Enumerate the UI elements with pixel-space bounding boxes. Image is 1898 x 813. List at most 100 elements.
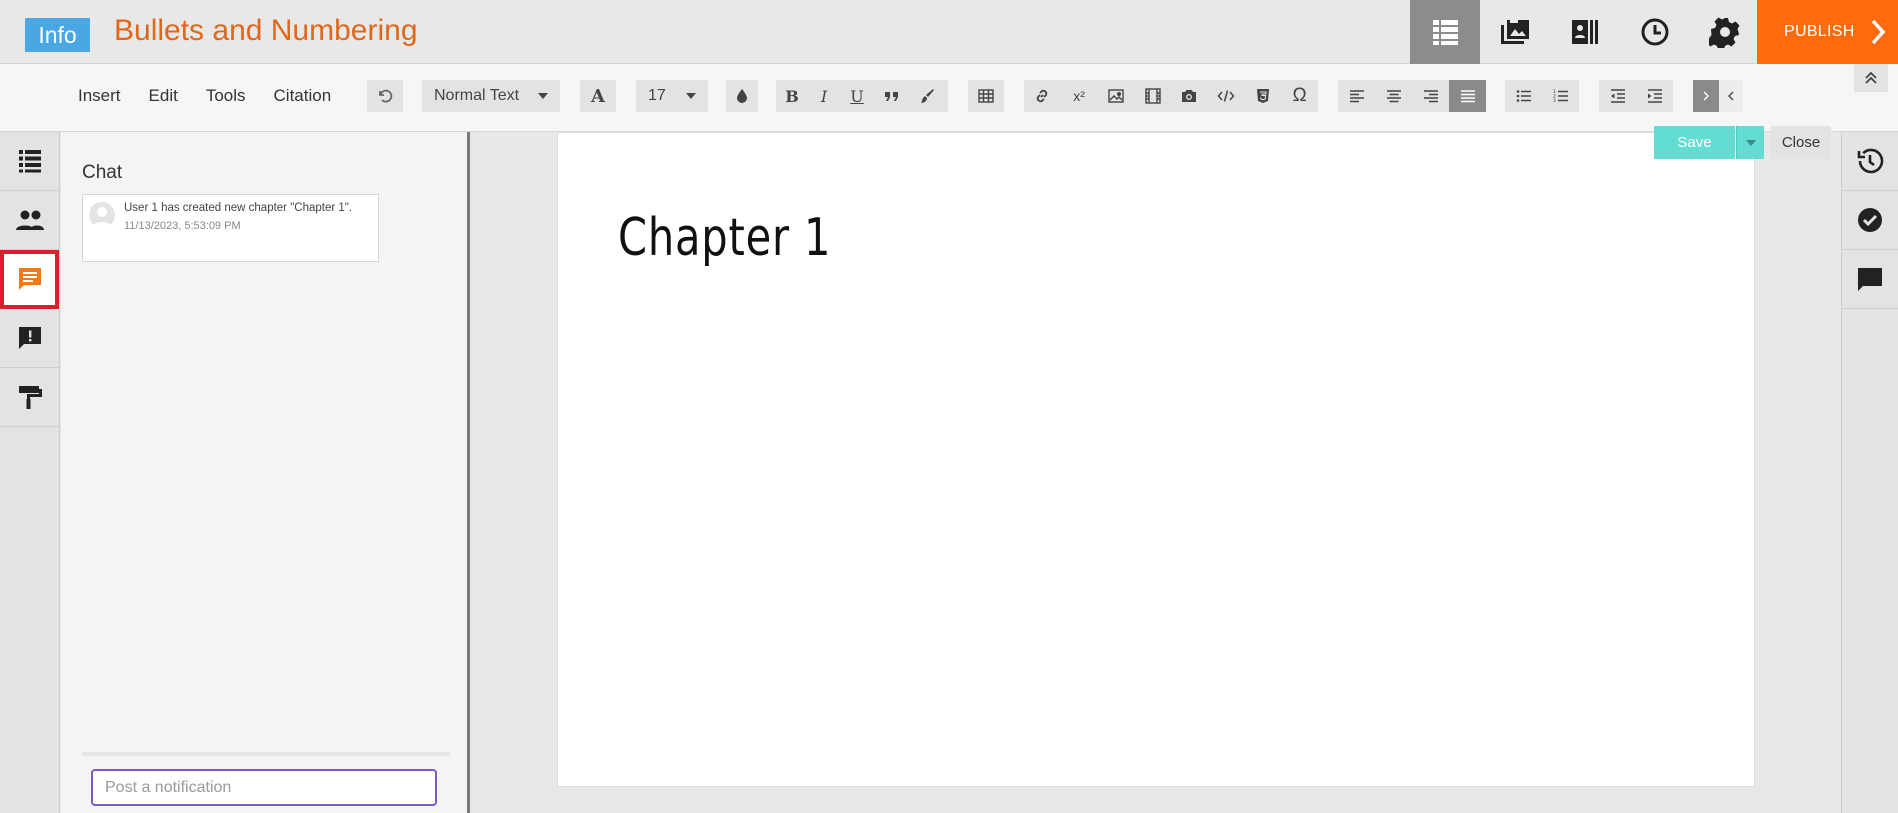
- text-format-group: B I U: [776, 80, 948, 112]
- undo-button[interactable]: [367, 80, 403, 112]
- html5-icon: [1256, 89, 1269, 103]
- outdent-button[interactable]: [1599, 80, 1636, 112]
- check-circle-icon: [1858, 208, 1882, 232]
- chevron-down-icon: [538, 93, 548, 99]
- document-title: Bullets and Numbering: [114, 14, 418, 47]
- toolbar-prev-button[interactable]: [1719, 80, 1743, 112]
- chat-panel: Chat User 1 has created new chapter "Cha…: [61, 132, 470, 813]
- align-justify-button[interactable]: [1449, 80, 1486, 112]
- film-icon: [1144, 88, 1161, 104]
- save-button[interactable]: Save: [1654, 126, 1735, 159]
- sidebar-item-chat[interactable]: [0, 250, 59, 309]
- undo-icon: [367, 80, 403, 112]
- chapter-heading[interactable]: Chapter 1: [618, 208, 831, 268]
- chevron-left-icon: [1728, 91, 1734, 101]
- settings-gear-icon: [1709, 17, 1740, 48]
- sidebar-item-approve[interactable]: [1842, 191, 1898, 250]
- media-gallery-button[interactable]: [1480, 0, 1550, 64]
- sidebar-item-history[interactable]: [1842, 132, 1898, 191]
- numbered-list-icon: 123: [1553, 89, 1568, 104]
- droplet-icon: [726, 80, 758, 112]
- settings-button[interactable]: [1690, 0, 1760, 64]
- post-notification-input[interactable]: [91, 769, 437, 806]
- sidebar-item-feedback[interactable]: [0, 309, 59, 368]
- indent-icon: [1647, 89, 1662, 103]
- special-characters-button[interactable]: Ω: [1281, 80, 1318, 112]
- menu-tools[interactable]: Tools: [192, 86, 260, 106]
- close-button[interactable]: Close: [1771, 126, 1831, 159]
- table-icon: [968, 80, 1004, 112]
- user-avatar-icon: [92, 207, 112, 228]
- align-justify-icon: [1460, 90, 1475, 103]
- insert-photo-button[interactable]: [1171, 80, 1208, 112]
- insert-table-button[interactable]: [968, 80, 1004, 112]
- align-center-icon: [1386, 90, 1401, 103]
- menu-edit[interactable]: Edit: [135, 86, 192, 106]
- font-family-button[interactable]: A: [580, 80, 616, 112]
- menu-insert[interactable]: Insert: [64, 86, 135, 106]
- document-page[interactable]: Chapter 1: [557, 132, 1755, 787]
- toolbar-scroll-group: [1693, 80, 1743, 112]
- font-size-value: 17: [648, 87, 666, 104]
- chapters-list-button[interactable]: [1410, 0, 1480, 64]
- contacts-book-icon: [1572, 20, 1598, 44]
- right-sidebar-rail: [1841, 132, 1898, 813]
- bold-button[interactable]: B: [776, 80, 808, 112]
- code-button[interactable]: [1208, 80, 1245, 112]
- numbered-list-button[interactable]: 123: [1542, 80, 1579, 112]
- align-right-button[interactable]: [1412, 80, 1449, 112]
- align-center-button[interactable]: [1375, 80, 1412, 112]
- image-icon: [1108, 89, 1124, 103]
- save-options-button[interactable]: [1736, 126, 1764, 159]
- publish-label: PUBLISH: [1784, 23, 1855, 40]
- double-chevron-up-icon: [1865, 71, 1877, 84]
- toolbar-next-button[interactable]: [1693, 80, 1719, 112]
- indent-button[interactable]: [1636, 80, 1673, 112]
- chat-message-text: User 1 has created new chapter "Chapter …: [124, 202, 353, 214]
- info-button[interactable]: Info: [25, 18, 90, 52]
- italic-button[interactable]: I: [808, 80, 840, 112]
- sidebar-item-styles[interactable]: [0, 368, 59, 427]
- contacts-book-button[interactable]: [1550, 0, 1620, 64]
- insert-group: x² Ω: [1024, 80, 1318, 112]
- collapse-toolbar-button[interactable]: [1854, 64, 1888, 92]
- superscript-button[interactable]: x²: [1061, 80, 1098, 112]
- publish-button[interactable]: PUBLISH: [1757, 0, 1898, 64]
- chat-title: Chat: [82, 162, 123, 183]
- font-size-select[interactable]: 17: [636, 80, 708, 112]
- link-button[interactable]: [1024, 80, 1061, 112]
- sidebar-item-chapters[interactable]: [0, 132, 59, 191]
- chapters-icon: [18, 150, 41, 173]
- paragraph-style-value: Normal Text: [434, 87, 520, 104]
- align-right-icon: [1423, 90, 1438, 103]
- align-left-icon: [1349, 90, 1364, 103]
- chat-message-timestamp: 11/13/2023, 5:53:09 PM: [124, 220, 241, 232]
- html5-button[interactable]: [1245, 80, 1282, 112]
- font-icon: A: [591, 85, 605, 107]
- bulleted-list-button[interactable]: [1505, 80, 1542, 112]
- underline-button[interactable]: U: [840, 80, 874, 112]
- brush-icon: [921, 89, 934, 103]
- list-group: 123: [1505, 80, 1579, 112]
- sidebar-item-comments[interactable]: [1842, 250, 1898, 309]
- format-painter-button[interactable]: [910, 80, 944, 112]
- feedback-icon: [18, 327, 41, 349]
- blockquote-button[interactable]: [874, 80, 910, 112]
- avatar: [89, 202, 115, 228]
- quote-icon: [885, 92, 898, 101]
- menu-citation[interactable]: Citation: [260, 86, 346, 106]
- insert-image-button[interactable]: [1098, 80, 1135, 112]
- bulleted-list-icon: [1516, 90, 1531, 102]
- history-button[interactable]: [1620, 0, 1690, 64]
- code-icon: [1217, 90, 1235, 102]
- chat-icon: [18, 268, 41, 290]
- sidebar-item-people[interactable]: [0, 191, 59, 250]
- editor-toolbar: Insert Edit Tools Citation Normal Text A…: [0, 64, 1898, 132]
- paragraph-style-select[interactable]: Normal Text: [422, 80, 560, 112]
- alignment-group: [1338, 80, 1486, 112]
- text-color-button[interactable]: [726, 80, 758, 112]
- insert-video-button[interactable]: [1134, 80, 1171, 112]
- align-left-button[interactable]: [1338, 80, 1375, 112]
- paint-roller-icon: [18, 386, 42, 409]
- camera-icon: [1182, 90, 1197, 102]
